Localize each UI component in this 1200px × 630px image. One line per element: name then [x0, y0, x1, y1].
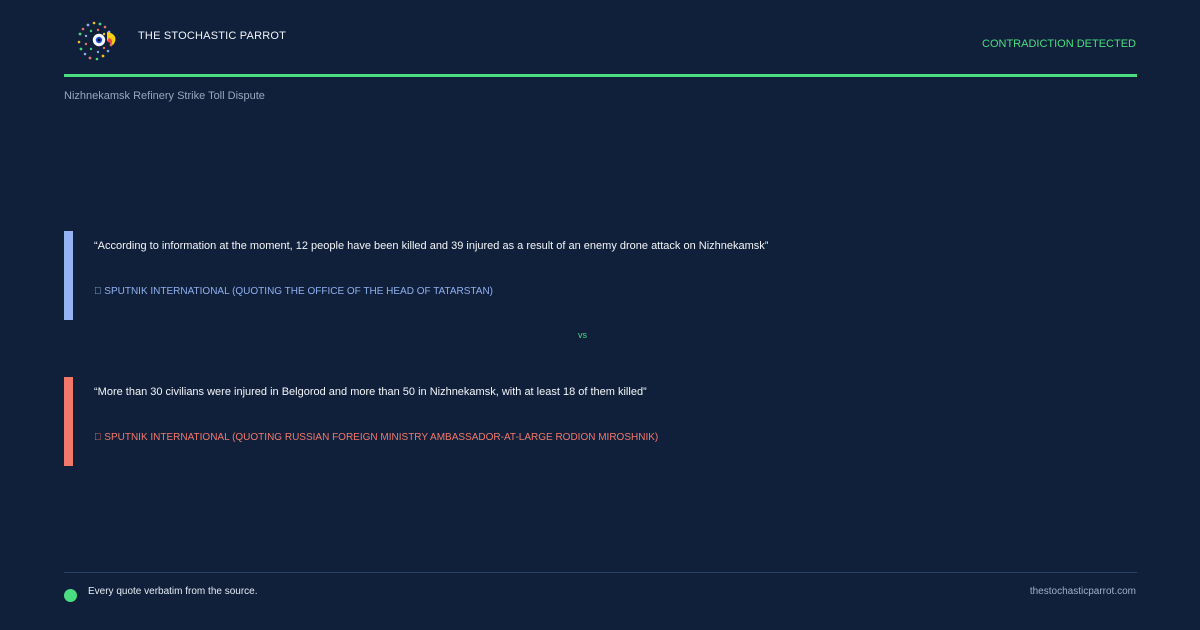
claim-source-a:   SPUTNIK INTERNATIONAL (QUOTING THE OFF…	[94, 286, 494, 297]
claim-card-b: “More than 30 civilians were injured in …	[64, 377, 1136, 466]
header-divider	[64, 74, 1137, 77]
claim-source-b:   SPUTNIK INTERNATIONAL (QUOTING RUSSIAN…	[94, 432, 659, 443]
footer-url[interactable]: thestochasticparrot.com	[1030, 586, 1136, 597]
claim-accent-bar-a	[64, 231, 73, 320]
brand-name: THE STOCHASTIC PARROT	[138, 30, 287, 42]
claim-quote-a: “According to information at the moment,…	[94, 240, 769, 252]
status-dot-icon	[64, 589, 77, 602]
header: THE STOCHASTIC PARROT CONTRADICTION DETE…	[64, 14, 1136, 70]
versus-label: vs	[578, 330, 587, 340]
footer-note: Every quote verbatim from the source.	[88, 586, 258, 597]
claim-accent-bar-b	[64, 377, 73, 466]
claim-card-a: “According to information at the moment,…	[64, 231, 1136, 320]
topic-title: Nizhnekamsk Refinery Strike Toll Dispute	[64, 90, 265, 102]
status-label: CONTRADICTION DETECTED	[982, 38, 1136, 50]
parrot-logo-icon	[72, 18, 120, 66]
claim-quote-b: “More than 30 civilians were injured in …	[94, 386, 647, 398]
footer-divider	[64, 572, 1137, 573]
